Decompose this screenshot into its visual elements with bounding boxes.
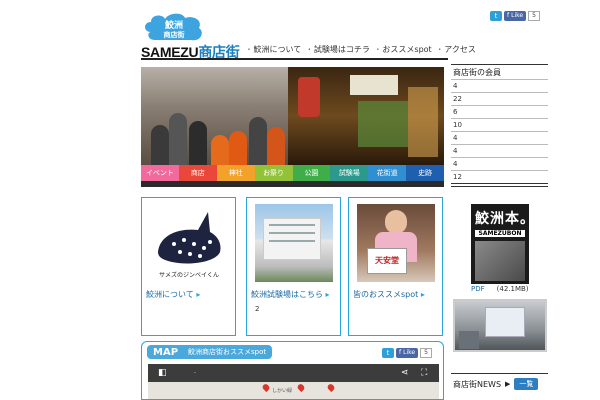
card-test-center-number: 2 (255, 305, 260, 313)
nav-recommend[interactable]: ･ おススメspot (376, 44, 432, 55)
facebook-icon: f (399, 349, 402, 356)
list-item[interactable]: 22 (451, 92, 548, 105)
samezubon-book-cover[interactable]: 鮫洲本。 SAMEZUBON (471, 204, 534, 284)
facebook-icon: f (507, 12, 510, 19)
book-subtitle: SAMEZUBON (475, 230, 525, 237)
map-title: MAP (153, 346, 179, 358)
news-section: 商店街NEWS ▶ 一覧 (453, 378, 539, 390)
members-list: 4 22 6 10 4 4 4 12 (451, 79, 548, 183)
category-park[interactable]: 公園 (292, 165, 331, 181)
logo-line2: 商店街 (164, 30, 185, 39)
illustration-caption: サメズのジンベイくん (159, 271, 219, 279)
twitter-icon[interactable]: t (490, 11, 502, 21)
whale-shark-illustration: サメズのジンベイくん (158, 212, 221, 279)
facebook-like-button[interactable]: f Like (504, 11, 527, 21)
map-social-buttons: t f Like 5 (382, 348, 432, 358)
news-list-button[interactable]: 一覧 (514, 378, 539, 390)
list-item[interactable]: 4 (451, 144, 548, 157)
map-section: MAP 鮫洲商店街おススメspot t f Like 5 ◧ · ⋖ ⛶ しかい緑 (141, 341, 444, 400)
like-count: 5 (528, 11, 540, 21)
map-toolbar: ◧ · ⋖ ⛶ (148, 364, 439, 382)
logo-line1: 鮫洲 (164, 19, 183, 31)
card-recommend-link[interactable]: 皆のおススメspot ▸ (353, 289, 425, 300)
main-nav: ･ 鮫洲について ･ 試験場はコチラ ･ おススメspot ･ アクセス (247, 44, 476, 55)
like-count: 5 (420, 348, 432, 358)
list-item[interactable]: 12 (451, 170, 548, 183)
book-title: 鮫洲本。 (475, 211, 535, 227)
map-pin-icon[interactable] (326, 382, 336, 393)
book-photo (475, 241, 525, 281)
category-festival[interactable]: お祭り (254, 165, 293, 181)
recommend-photo: 天安堂 (357, 204, 435, 282)
list-item[interactable]: 4 (451, 131, 548, 144)
members-bottom-line-2 (451, 186, 548, 187)
category-shrine[interactable]: 神社 (216, 165, 255, 181)
category-shop[interactable]: 商店 (178, 165, 217, 181)
arrow-right-icon: ▶ (505, 380, 511, 388)
category-bar: イベント 商店 神社 お祭り 公園 試験場 花街道 史跡 (141, 165, 444, 181)
card-about-link[interactable]: 鮫洲について ▸ (146, 289, 200, 300)
map-road-label: しかい緑 (272, 388, 293, 394)
card-recommend[interactable]: 天安堂 皆のおススメspot ▸ (348, 197, 443, 336)
category-historic-site[interactable]: 史跡 (406, 165, 444, 181)
card-about[interactable]: サメズのジンベイくん 鮫洲について ▸ (141, 197, 236, 336)
members-top-line (451, 64, 548, 65)
hero-photo-shop (288, 67, 444, 165)
category-flower-road[interactable]: 花街道 (368, 165, 407, 181)
social-buttons: t f Like 5 (490, 11, 540, 21)
hero-photo-crowd (141, 67, 288, 165)
arrow-right-icon: ▸ (325, 290, 330, 299)
list-item[interactable]: 4 (451, 157, 548, 170)
share-icon[interactable]: ⋖ (401, 368, 409, 378)
nav-divider (141, 58, 448, 60)
nav-about[interactable]: ･ 鮫洲について (247, 44, 301, 55)
news-heading: 商店街NEWS (453, 379, 502, 389)
category-test-center[interactable]: 試験場 (330, 165, 369, 181)
fullscreen-icon[interactable]: ⛶ (421, 368, 427, 378)
facebook-like-button[interactable]: f Like (396, 348, 419, 358)
members-bottom-line (451, 183, 548, 184)
map-pin-icon[interactable] (296, 382, 306, 393)
card-test-center-link[interactable]: 鮫洲試験場はこちら ▸ (251, 289, 330, 300)
embedded-map[interactable]: ◧ · ⋖ ⛶ しかい緑 (148, 364, 439, 399)
category-event[interactable]: イベント (141, 165, 179, 181)
map-header: MAP 鮫洲商店街おススメspot (147, 345, 273, 359)
arrow-right-icon: ▸ (196, 290, 201, 299)
hero-bottom-bar (141, 181, 444, 187)
card-test-center[interactable]: 鮫洲試験場はこちら ▸ 2 (246, 197, 341, 336)
list-item[interactable]: 4 (451, 79, 548, 92)
test-center-photo (255, 204, 333, 282)
nav-access[interactable]: ･ アクセス (438, 44, 476, 55)
twitter-icon[interactable]: t (382, 348, 394, 358)
arrow-right-icon: ▸ (420, 290, 425, 299)
street-photo[interactable] (453, 299, 547, 352)
list-item[interactable]: 6 (451, 105, 548, 118)
map-pin-icon[interactable] (261, 382, 271, 393)
members-heading: 商店街の会員 (453, 68, 501, 77)
map-sidebar-icon[interactable]: ◧ (158, 368, 167, 378)
shop-sign: 天安堂 (367, 248, 407, 274)
map-subtitle: 鮫洲商店街おススメspot (188, 348, 267, 356)
pdf-link[interactable]: PDF (42.1MB) (471, 285, 529, 293)
pdf-size: (42.1MB) (496, 285, 529, 293)
list-item[interactable]: 10 (451, 118, 548, 131)
site-logo[interactable]: 鮫洲 商店街 (141, 12, 207, 45)
nav-test-center[interactable]: ･ 試験場はコチラ (307, 44, 370, 55)
news-top-line (451, 373, 548, 374)
map-title-dot: · (194, 370, 196, 377)
hero-banner[interactable] (141, 67, 444, 165)
